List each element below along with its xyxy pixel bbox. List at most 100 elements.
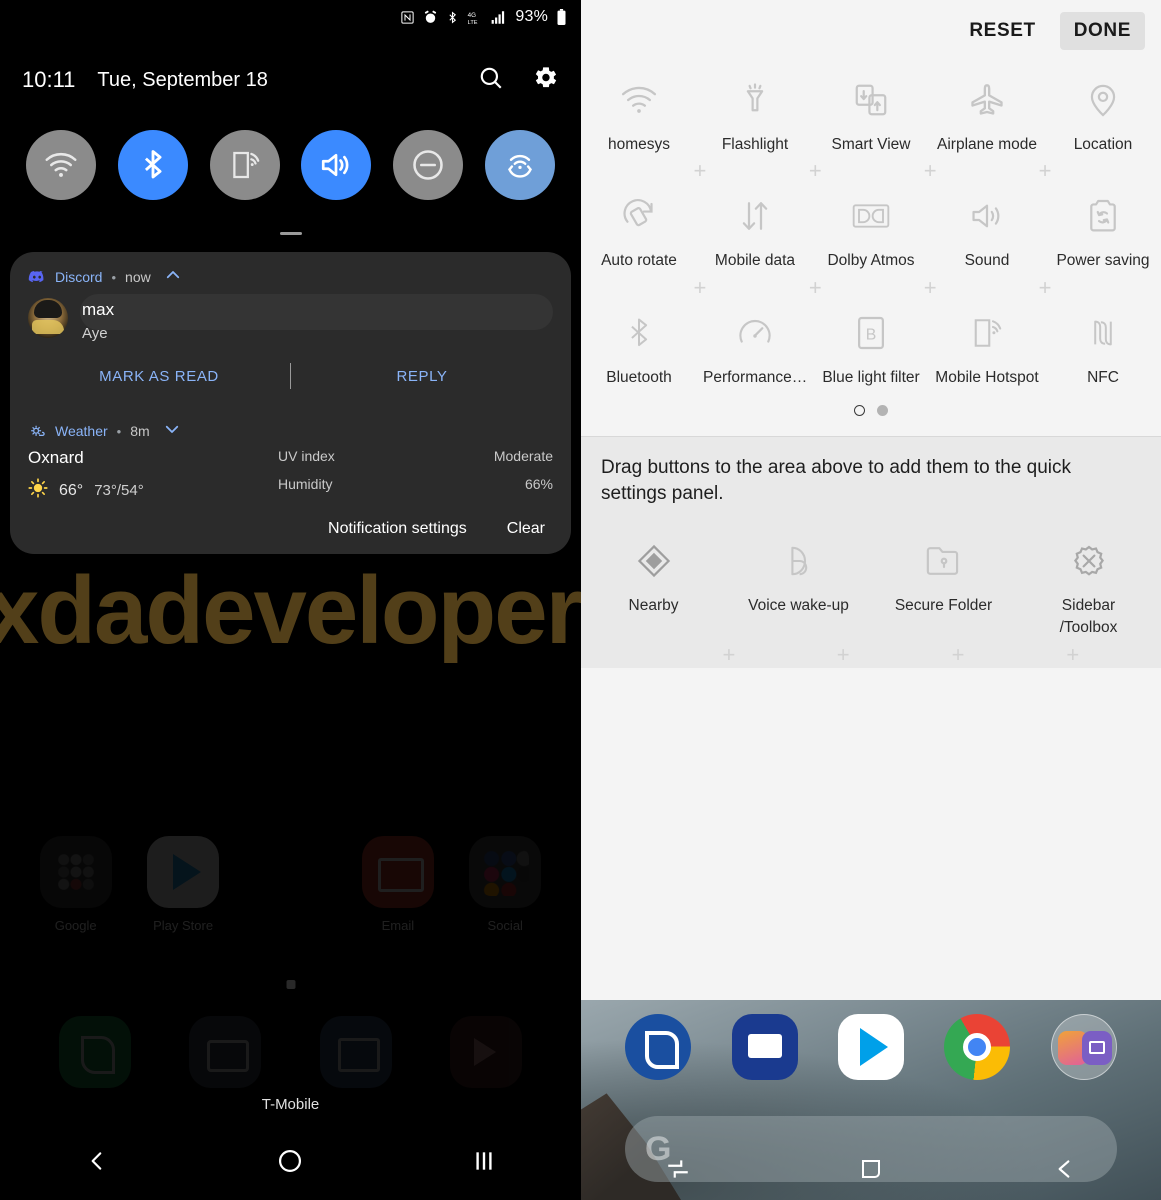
qs-button-smart-view[interactable]: Smart View <box>813 62 929 162</box>
shade-drag-handle[interactable] <box>279 232 302 235</box>
bluetooth-icon <box>622 307 656 359</box>
sound-icon <box>968 190 1006 242</box>
qs-button-label: Location <box>1073 136 1133 153</box>
recents-button[interactable] <box>444 1136 524 1186</box>
qs-button-mobile-hotspot[interactable]: Mobile Hotspot <box>929 295 1045 395</box>
dnd-toggle[interactable] <box>393 130 464 200</box>
camera-folder-icon[interactable] <box>1050 1014 1117 1080</box>
avatar <box>28 298 68 338</box>
sidebar-toolbox-icon <box>1070 535 1108 587</box>
quick-reply-field[interactable] <box>80 294 553 330</box>
page-indicator <box>581 395 1161 430</box>
battery-percent: 93% <box>515 8 548 25</box>
messages-icon[interactable] <box>731 1014 798 1080</box>
qs-button-sidebar-toolbox[interactable]: Sidebar /Toolbox <box>1016 523 1161 646</box>
weather-detail-label: UV index <box>278 448 335 464</box>
add-slot-icon[interactable]: + <box>720 643 738 665</box>
hotspot-toggle[interactable] <box>484 130 555 200</box>
home-app-email[interactable]: Email <box>350 836 446 933</box>
bixby-voice-icon <box>781 535 817 587</box>
add-slot-icon[interactable]: + <box>834 643 852 665</box>
chevron-down-icon[interactable] <box>163 420 181 443</box>
location-pin-icon <box>1084 74 1122 126</box>
smartview-toggle[interactable] <box>209 130 280 200</box>
bluetooth-toggle[interactable] <box>117 130 188 200</box>
reset-button[interactable]: RESET <box>955 12 1049 50</box>
qs-button-bluetooth[interactable]: Bluetooth <box>581 295 697 395</box>
add-slot-icon[interactable]: + <box>1064 643 1082 665</box>
home-screen-apps: Google Play Store Email Social <box>0 836 581 933</box>
clear-button[interactable]: Clear <box>507 520 545 538</box>
sound-toggle[interactable] <box>301 130 372 200</box>
qs-button-dolby-atmos[interactable]: Dolby Atmos <box>813 178 929 278</box>
qs-button-sound[interactable]: Sound <box>929 178 1045 278</box>
qs-button-performance[interactable]: Performance… <box>697 295 813 395</box>
navigation-bar <box>0 1122 581 1200</box>
done-button[interactable]: DONE <box>1059 12 1145 50</box>
mobile-data-icon <box>737 190 773 242</box>
page-dot-other[interactable] <box>877 405 888 417</box>
recents-button[interactable] <box>643 1146 713 1192</box>
svg-text:LTE: LTE <box>468 19 478 24</box>
qs-button-auto-rotate[interactable]: Auto rotate <box>581 178 697 278</box>
shade-clock-row: 10:11 Tue, September 18 <box>0 56 581 104</box>
qs-button-blue-light-filter[interactable]: B Blue light filter <box>813 295 929 395</box>
wifi-toggle[interactable] <box>26 130 96 200</box>
phone-icon[interactable] <box>59 1016 132 1088</box>
notification-settings-button[interactable]: Notification settings <box>328 520 467 538</box>
add-slot-icon[interactable]: + <box>949 643 967 665</box>
qs-button-voice-wake-up[interactable]: Voice wake-up <box>726 523 871 646</box>
qs-button-homesys[interactable]: homesys <box>581 62 697 162</box>
weather-range-temp: 73°/54° <box>94 482 144 499</box>
mark-as-read-button[interactable]: MARK AS READ <box>28 368 290 385</box>
nearby-share-icon <box>635 535 673 587</box>
search-icon[interactable] <box>478 65 504 96</box>
gallery-icon[interactable] <box>319 1016 392 1088</box>
battery-full-icon <box>556 9 567 25</box>
home-button[interactable] <box>250 1136 330 1186</box>
notification-discord[interactable]: Discord • now max Aye MARK AS READ REPLY <box>10 252 571 406</box>
page-dot-current[interactable] <box>854 405 865 417</box>
qs-button-label: Performance… <box>703 368 808 386</box>
flashlight-icon <box>736 74 774 126</box>
qs-button-mobile-data[interactable]: Mobile data <box>697 178 813 278</box>
qs-button-label: Blue light filter <box>822 368 920 386</box>
notification-separator: • <box>111 269 117 285</box>
back-button[interactable] <box>57 1136 137 1186</box>
qs-button-nearby[interactable]: Nearby <box>581 523 726 646</box>
chevron-up-icon[interactable] <box>164 266 182 289</box>
play-store-icon[interactable] <box>837 1014 904 1080</box>
qs-button-label: NFC <box>1087 368 1119 386</box>
power-saving-icon <box>1086 190 1120 242</box>
back-button[interactable] <box>1029 1146 1099 1192</box>
qs-button-location[interactable]: Location <box>1045 62 1161 162</box>
reply-button[interactable]: REPLY <box>291 368 553 385</box>
left-phone-screen: Google Play Store Email Social 4G LTE 93… <box>0 0 581 1200</box>
qs-button-secure-folder[interactable]: Secure Folder <box>871 523 1016 646</box>
smart-view-icon <box>852 74 890 126</box>
store-icon[interactable] <box>449 1016 522 1088</box>
gear-icon[interactable] <box>532 64 559 96</box>
blue-light-filter-icon: B <box>855 307 887 359</box>
alarm-icon <box>423 10 438 25</box>
camera-icon[interactable] <box>189 1016 262 1088</box>
wifi-icon <box>619 74 659 126</box>
performance-icon <box>736 307 774 359</box>
auto-rotate-icon <box>620 190 658 242</box>
qs-button-label: Flashlight <box>721 136 789 153</box>
qs-button-power-saving[interactable]: Power saving <box>1045 178 1161 278</box>
chrome-icon[interactable] <box>944 1014 1011 1080</box>
home-app-google[interactable]: Google <box>28 836 124 933</box>
home-app-social[interactable]: Social <box>457 836 553 933</box>
social-folder-icon <box>469 836 542 908</box>
phone-icon[interactable] <box>625 1014 692 1080</box>
qs-button-nfc[interactable]: NFC <box>1045 295 1161 395</box>
qs-button-airplane-mode[interactable]: Airplane mode <box>929 62 1045 162</box>
qs-button-flashlight[interactable]: Flashlight <box>697 62 813 162</box>
notification-weather[interactable]: Weather • 8m Oxnard 66° 73°/54° UV index… <box>10 406 571 554</box>
home-app-play-store[interactable]: Play Store <box>135 836 231 933</box>
qs-button-label: Auto rotate <box>601 252 677 270</box>
notification-title: max <box>82 300 115 319</box>
qs-button-label: Airplane mode <box>937 136 1037 153</box>
square-home-icon[interactable] <box>836 1146 906 1192</box>
